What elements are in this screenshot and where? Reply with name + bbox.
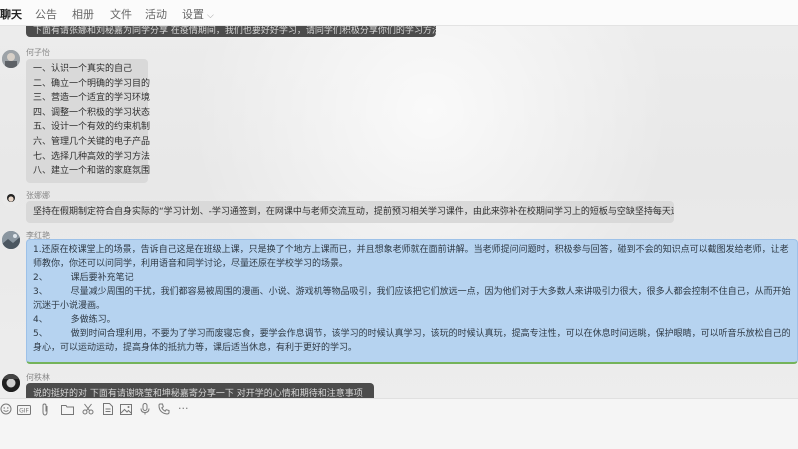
- avatar[interactable]: [2, 374, 20, 392]
- message-text: 下面有请张娜和刘秘嘉为同学分享 在疫情期间，我们也要好好学习，请同学们积极分享你…: [33, 26, 436, 36]
- paragraph: 5、 做到时间合理利用，不要为了学习而废寝忘食，要学会作息调节，该学习的时候认真…: [33, 329, 791, 353]
- image-icon[interactable]: [120, 404, 132, 418]
- tab-chat[interactable]: 聊天: [0, 6, 22, 22]
- message-bubble: 一、认识一个真实的自己 二、确立一个明确的学习目的 三、营造一个适宜的学习环境 …: [26, 59, 151, 183]
- voice-icon[interactable]: [140, 403, 150, 418]
- avatar-image: [2, 50, 20, 68]
- chevron-down-icon: ⌵: [207, 11, 214, 21]
- gif-icon[interactable]: GIF: [17, 404, 31, 418]
- sender-name: 张娜娜: [26, 191, 50, 200]
- tab-settings[interactable]: 设置 ⌵: [182, 6, 214, 22]
- message-input[interactable]: [0, 423, 798, 449]
- paragraph: 1.还原在校课堂上的场景，告诉自己这是在班级上课，只是换了个地方上课而已，并且想…: [33, 245, 789, 269]
- paragraph: 4、 多做练习。: [33, 315, 116, 325]
- tab-announcement[interactable]: 公告: [35, 6, 57, 22]
- message-bubble: 坚持在假期制定符合自身实际的“学习计划、-学习通签到，在网课中与老师交流互动，提…: [26, 201, 674, 223]
- paragraph: 3、 尽量减少周围的干扰，我们都容易被周围的漫画、小说、游戏机等物品吸引，我们应…: [33, 287, 791, 311]
- tab-files[interactable]: 文件: [110, 6, 132, 22]
- more-icon[interactable]: ···: [178, 402, 189, 415]
- sender-name: 何子怡: [26, 48, 50, 57]
- avatar-image: [2, 190, 20, 208]
- emoji-icon[interactable]: [0, 403, 12, 418]
- tab-activities[interactable]: 活动: [145, 6, 167, 22]
- message-text: 坚持在假期制定符合自身实际的“学习计划、-学习通签到，在网课中与老师交流互动，提…: [33, 207, 674, 217]
- list-item: 八、建立一个和谐的家庭氛围: [33, 166, 151, 177]
- folder-icon[interactable]: [61, 404, 74, 418]
- avatar[interactable]: [2, 231, 20, 249]
- scissors-icon[interactable]: [82, 403, 94, 418]
- list-item: 六、管理几个关键的电子产品: [33, 136, 151, 147]
- sender-name: 何秩林: [26, 373, 50, 382]
- list-item: 五、设计一个有效的约束机制: [33, 122, 151, 133]
- list-item: 二、确立一个明确的学习目的: [33, 78, 151, 89]
- avatar[interactable]: [2, 50, 20, 68]
- message-bubble: 说的挺好的对 下面有请谢晓莹和坤秘嘉寄分享一下 对开学的心情和期待和注意事项: [26, 383, 374, 398]
- avatar-image: [2, 231, 20, 249]
- message-text: 说的挺好的对 下面有请谢晓莹和坤秘嘉寄分享一下 对开学的心情和期待和注意事项: [33, 389, 363, 398]
- list-item: 四、调整一个积极的学习状态: [33, 107, 151, 118]
- paperclip-icon[interactable]: [40, 403, 50, 419]
- doc-icon[interactable]: [103, 403, 113, 418]
- paragraph: 2、 课后要补充笔记: [33, 273, 134, 283]
- list-item: 一、认识一个真实的自己: [33, 64, 133, 74]
- tab-settings-label: 设置: [182, 8, 204, 21]
- avatar[interactable]: [2, 190, 20, 208]
- top-tab-bar: 聊天 公告 相册 文件 活动 设置 ⌵: [0, 0, 798, 26]
- tab-album[interactable]: 相册: [72, 6, 94, 22]
- chat-message-area[interactable]: 下面有请张娜和刘秘嘉为同学分享 在疫情期间，我们也要好好学习，请同学们积极分享你…: [0, 26, 798, 398]
- phone-icon[interactable]: [158, 403, 170, 418]
- list-item: 七、选择几种高效的学习方法: [33, 151, 151, 162]
- svg-text:GIF: GIF: [19, 408, 29, 415]
- input-toolbar: GIF ···: [0, 398, 798, 423]
- message-bubble: 下面有请张娜和刘秘嘉为同学分享 在疫情期间，我们也要好好学习，请同学们积极分享你…: [26, 26, 436, 37]
- avatar-image: [2, 374, 20, 392]
- message-bubble-selected[interactable]: 1.还原在校课堂上的场景，告诉自己这是在班级上课，只是换了个地方上课而已，并且想…: [26, 239, 798, 364]
- list-item: 三、营造一个适宜的学习环境: [33, 93, 151, 104]
